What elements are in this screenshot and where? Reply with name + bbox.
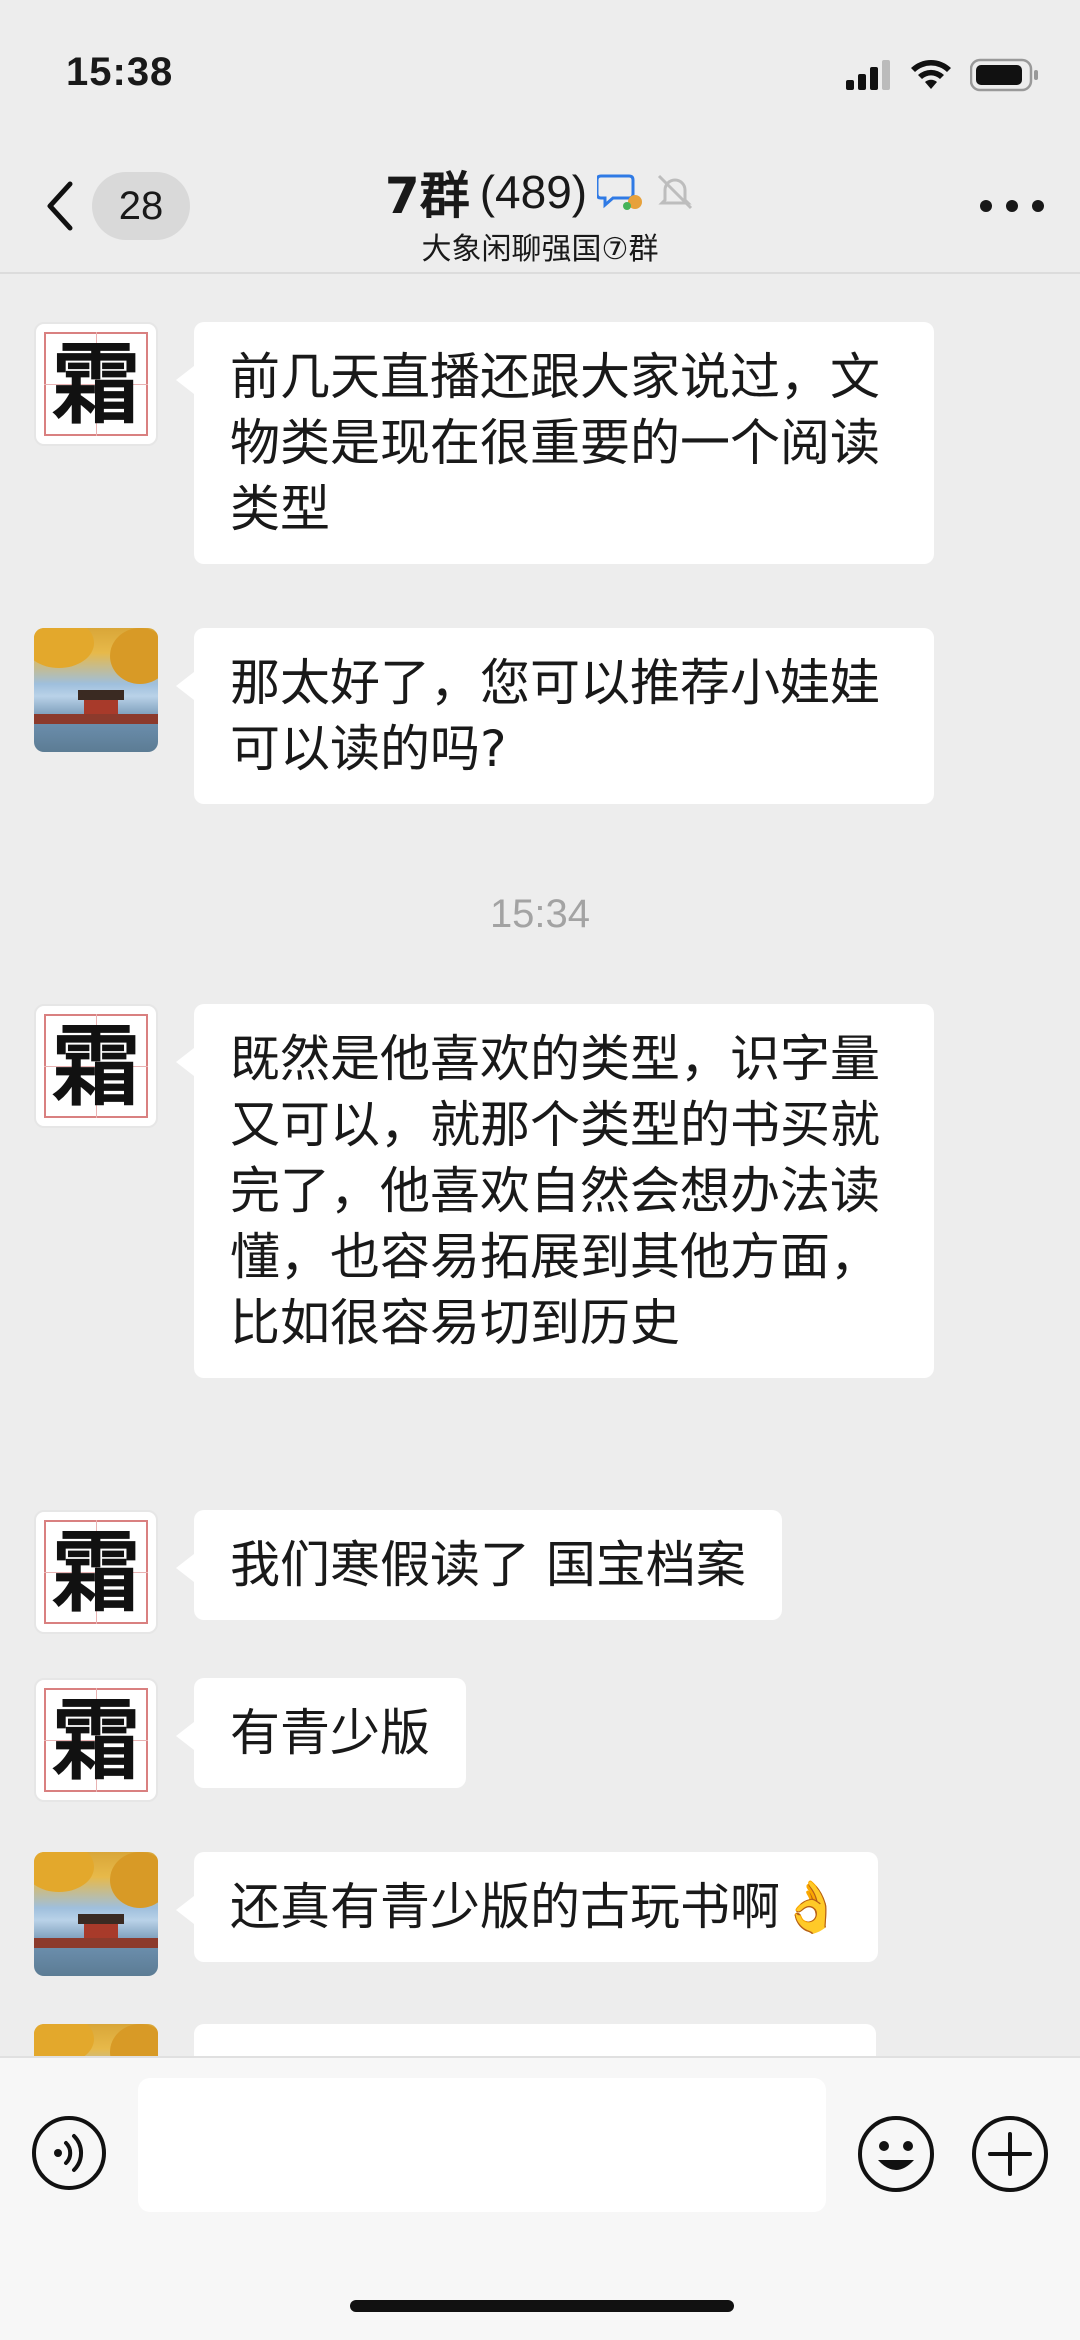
- avatar[interactable]: 霜: [34, 322, 158, 446]
- input-bar: [0, 2056, 1080, 2340]
- status-bar: 15:38: [0, 0, 1080, 150]
- message-bubble[interactable]: 既然是他喜欢的类型，识字量又可以，就那个类型的书买就完了，他喜欢自然会想办法读懂…: [176, 1004, 934, 1378]
- signal-icon: [846, 60, 890, 90]
- status-time: 15:38: [66, 50, 174, 94]
- message-timestamp: 15:34: [489, 892, 591, 936]
- chat-message: 霜 前几天直播还跟大家说过，文物类是现在很重要的一个阅读类型: [34, 322, 934, 564]
- message-bubble[interactable]: 还真有青少版的古玩书啊👌: [175, 1852, 879, 1962]
- message-input[interactable]: [138, 2078, 826, 2212]
- home-indicator: [350, 2300, 734, 2312]
- avatar[interactable]: 霜: [34, 1678, 158, 1802]
- chat-bubbles-icon: [597, 174, 643, 210]
- member-count: (489): [479, 166, 588, 218]
- chat-message: 霜 既然是他喜欢的类型，识字量又可以，就那个类型的书买就完了，他喜欢自然会想办法…: [34, 1004, 934, 1378]
- avatar[interactable]: 霜: [34, 1510, 158, 1634]
- chat-message-partial: [34, 2024, 876, 2056]
- message-bubble[interactable]: 我们寒假读了 国宝档案: [176, 1510, 782, 1620]
- avatar[interactable]: [34, 628, 158, 752]
- wifi-icon: [911, 60, 951, 89]
- message-bubble[interactable]: 前几天直播还跟大家说过，文物类是现在很重要的一个阅读类型: [176, 322, 934, 564]
- avatar[interactable]: 霜: [34, 1004, 158, 1128]
- chat-message: 霜 我们寒假读了 国宝档案: [34, 1510, 782, 1634]
- avatar[interactable]: [34, 1852, 158, 1976]
- chat-message: 那太好了，您可以推荐小娃娃可以读的吗?: [34, 628, 934, 804]
- chat-message-list[interactable]: 霜 前几天直播还跟大家说过，文物类是现在很重要的一个阅读类型 那太好了，您可以推…: [0, 274, 1080, 2056]
- voice-icon[interactable]: [30, 2114, 108, 2192]
- battery-icon: [970, 58, 1038, 92]
- group-subtitle: 大象闲聊强国⑦群: [421, 232, 659, 267]
- chat-message: 霜 有青少版: [34, 1678, 466, 1802]
- group-name: 7群: [384, 167, 470, 225]
- avatar[interactable]: [34, 2024, 158, 2056]
- status-icons: [846, 58, 1040, 92]
- more-options-icon[interactable]: [980, 196, 1044, 216]
- mute-bell-icon: [658, 174, 693, 210]
- message-bubble[interactable]: 有青少版: [176, 1678, 466, 1788]
- message-bubble[interactable]: 那太好了，您可以推荐小娃娃可以读的吗?: [176, 628, 934, 804]
- chat-header: 28 7群 (489) 大象闲聊强国⑦群: [0, 150, 1080, 274]
- chat-title-area[interactable]: 7群 (489) 大象闲聊强国⑦群: [0, 156, 1080, 268]
- plus-icon[interactable]: [970, 2114, 1050, 2194]
- message-bubble[interactable]: [194, 2024, 876, 2056]
- emoji-icon[interactable]: [856, 2114, 936, 2194]
- chat-message: 还真有青少版的古玩书啊👌: [34, 1852, 879, 1976]
